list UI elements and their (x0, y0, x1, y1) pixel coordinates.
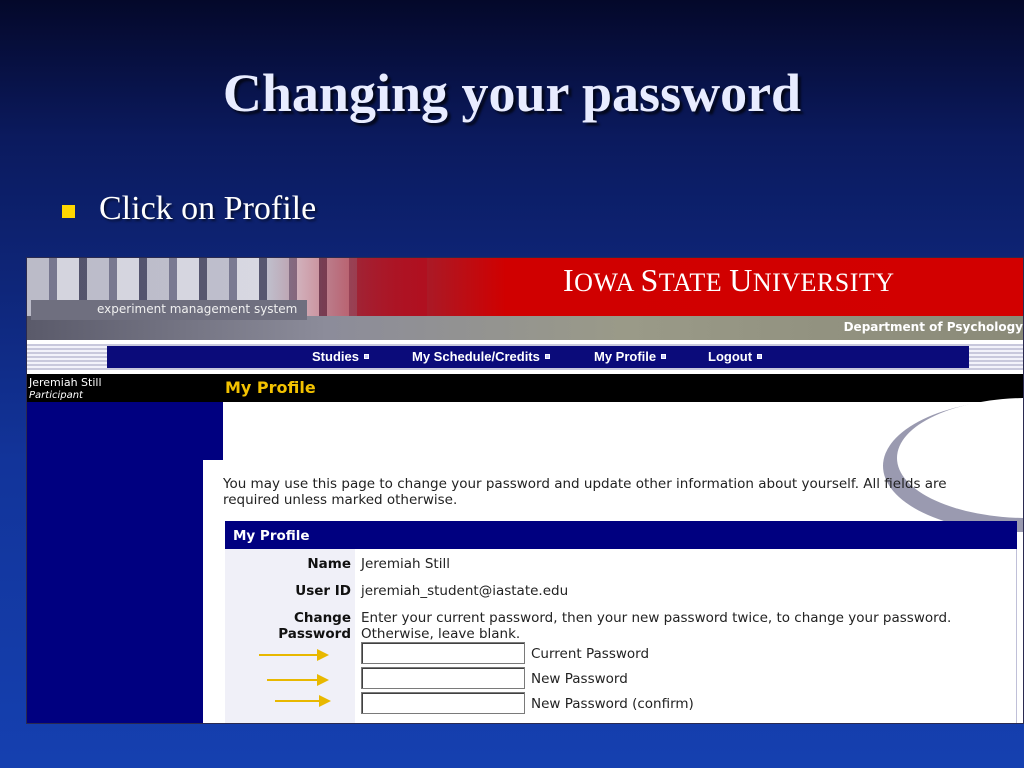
current-password-label: Current Password (531, 646, 650, 662)
university-logo[interactable]: IOWA STATE UNIVERSITY (563, 262, 895, 299)
confirm-password-input[interactable] (361, 692, 525, 714)
current-password-input[interactable] (361, 642, 525, 664)
profile-panel-title: My Profile (233, 528, 310, 544)
new-password-input[interactable] (361, 667, 525, 689)
user-name: Jeremiah Still (29, 376, 102, 389)
arrow-icon (275, 695, 331, 707)
department-label[interactable]: Department of Psychology (844, 320, 1023, 334)
sidebar (27, 374, 223, 723)
change-password-note: Enter your current password, then your n… (361, 610, 952, 642)
user-role: Participant (29, 390, 83, 401)
nav-bullet-icon (363, 354, 369, 359)
arrow-icon (259, 649, 329, 661)
bullet-item: Click on Profile (62, 190, 316, 228)
confirm-password-label: New Password (confirm) (531, 696, 694, 712)
content-header (223, 374, 1023, 402)
bullet-text: Click on Profile (99, 190, 317, 227)
userid-value: jeremiah_student@iastate.edu (361, 583, 569, 599)
change-password-label-1: Change (293, 610, 351, 626)
system-name-label: experiment management system (31, 300, 307, 320)
nav-item-profile[interactable]: My Profile (594, 349, 667, 364)
page-title: My Profile (225, 378, 316, 397)
nav-item-studies[interactable]: Studies (312, 349, 369, 364)
slide-title: Changing your password (222, 63, 802, 123)
name-label: Name (307, 556, 351, 572)
userid-label: User ID (295, 583, 351, 599)
intro-text: You may use this page to change your pas… (223, 476, 947, 508)
new-password-label: New Password (531, 671, 628, 687)
nav-bullet-icon (544, 354, 550, 359)
nav-bullet-icon (757, 354, 763, 359)
profile-panel-header (225, 521, 1017, 549)
embedded-screenshot: experiment management system IOWA STATE … (26, 257, 1024, 724)
arrow-icon (267, 674, 329, 686)
change-password-label-2: Password (278, 626, 351, 642)
nav-item-logout[interactable]: Logout (708, 349, 763, 364)
nav-bullet-icon (661, 354, 667, 359)
nav-item-schedule[interactable]: My Schedule/Credits (412, 349, 550, 364)
name-value: Jeremiah Still (361, 556, 450, 572)
main-nav: Studies My Schedule/Credits My Profile L… (107, 346, 969, 368)
sidebar-step (203, 460, 223, 723)
bullet-square-icon (62, 204, 75, 218)
